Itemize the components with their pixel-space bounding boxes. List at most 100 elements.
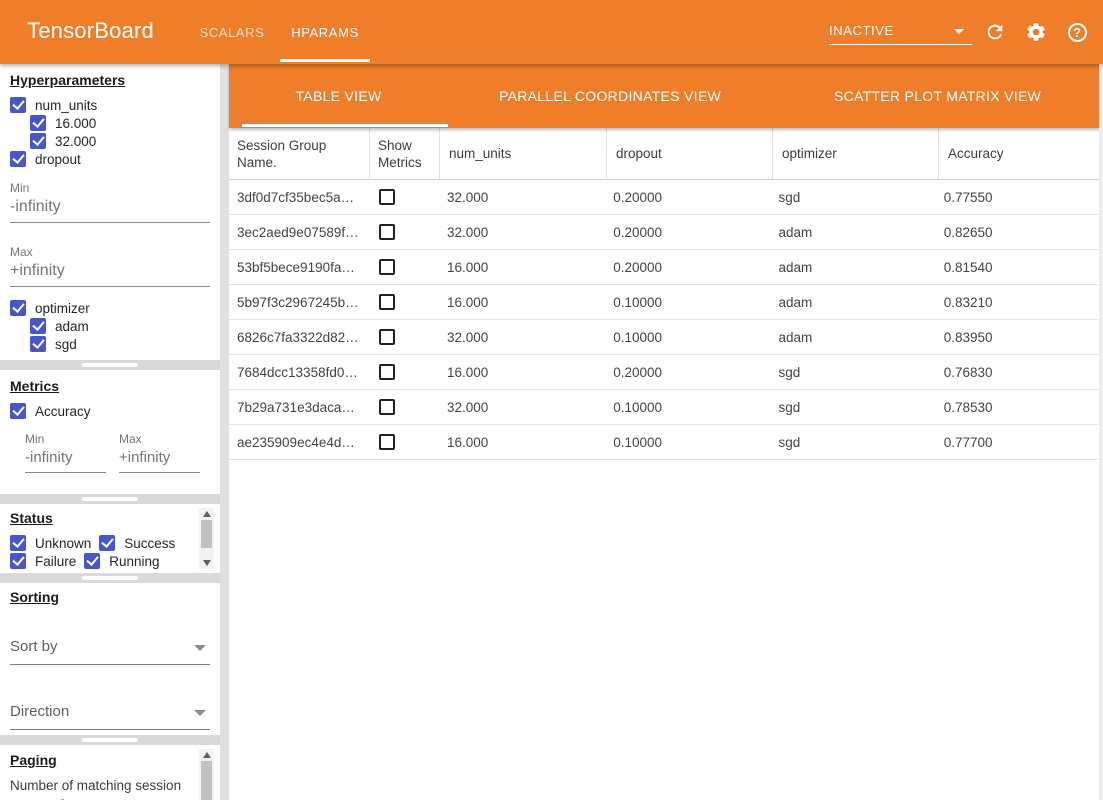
table-row: 6826c7fa3322d82… 32.000 0.10000 adam 0.8… [229, 320, 1099, 355]
show-metrics-checkbox[interactable] [379, 189, 395, 205]
sidebar: Hyperparameters num_units 16.000 32.000 … [0, 64, 229, 800]
checkbox-accuracy[interactable] [10, 403, 26, 419]
dropout-max-field: Max +infinity [10, 245, 210, 287]
cell-session-group-name: 3ec2aed9e07589f… [229, 225, 368, 240]
help-icon[interactable]: ? [1065, 20, 1089, 44]
tab-parallel-coordinates-view[interactable]: PARALLEL COORDINATES VIEW [448, 64, 772, 128]
cell-num-units: 16.000 [438, 435, 604, 450]
status-scrollbar[interactable] [199, 508, 214, 569]
tab-table-view[interactable]: TABLE VIEW [229, 64, 448, 128]
checkbox-running[interactable] [84, 553, 100, 569]
show-metrics-checkbox[interactable] [379, 259, 395, 275]
header-session-group-name: Session Group Name. [229, 128, 369, 179]
tab-scalars[interactable]: SCALARS [178, 0, 286, 64]
checkbox-success[interactable] [99, 535, 115, 551]
cell-optimizer: sgd [770, 190, 935, 205]
checkbox-adam[interactable] [30, 318, 46, 334]
show-metrics-checkbox[interactable] [379, 399, 395, 415]
panel-resize-handle[interactable] [0, 735, 220, 745]
scroll-down-icon[interactable] [203, 560, 211, 566]
cell-accuracy: 0.83950 [935, 330, 1099, 345]
cell-dropout: 0.20000 [604, 365, 769, 380]
dropout-max-input[interactable]: +infinity [10, 259, 210, 287]
hparam-adam: adam [30, 317, 220, 335]
show-metrics-checkbox[interactable] [379, 294, 395, 310]
checkbox-unknown[interactable] [10, 535, 26, 551]
checkbox-optimizer[interactable] [10, 300, 26, 316]
table-row: 7684dcc13358fd0… 16.000 0.20000 sgd 0.76… [229, 355, 1099, 390]
cell-num-units: 32.000 [438, 330, 604, 345]
table-row: 3ec2aed9e07589f… 32.000 0.20000 adam 0.8… [229, 215, 1099, 250]
accuracy-range: Min -infinity Max +infinity [25, 432, 220, 473]
show-metrics-checkbox[interactable] [379, 364, 395, 380]
checkbox-num-units[interactable] [10, 97, 26, 113]
panel-resize-handle[interactable] [0, 573, 220, 583]
sort-by-select[interactable]: Sort by [10, 638, 210, 665]
hparam-dropout: dropout [10, 150, 220, 168]
cell-dropout: 0.10000 [604, 295, 769, 310]
panel-hyperparameters: Hyperparameters num_units 16.000 32.000 … [0, 64, 220, 360]
tab-scatter-plot-matrix-view[interactable]: SCATTER PLOT MATRIX VIEW [772, 64, 1103, 128]
cell-session-group-name: ae235909ec4e4d… [229, 435, 368, 450]
cell-dropout: 0.10000 [604, 435, 769, 450]
accuracy-max-input[interactable]: +infinity [119, 446, 200, 473]
dropout-min-input[interactable]: -infinity [10, 195, 210, 223]
direction-select[interactable]: Direction [10, 703, 210, 730]
status-mode-select[interactable]: INACTIVE [829, 17, 972, 45]
view-tabs: TABLE VIEW PARALLEL COORDINATES VIEW SCA… [229, 64, 1103, 128]
cell-session-group-name: 6826c7fa3322d82… [229, 330, 368, 345]
show-metrics-checkbox[interactable] [379, 224, 395, 240]
cell-num-units: 32.000 [438, 190, 604, 205]
panel-resize-handle[interactable] [0, 360, 220, 370]
cell-optimizer: adam [770, 225, 935, 240]
cell-accuracy: 0.77700 [935, 435, 1099, 450]
main-scrollbar[interactable] [1099, 64, 1103, 800]
scroll-up-icon[interactable] [203, 511, 211, 517]
cell-optimizer: sgd [770, 400, 935, 415]
cell-optimizer: sgd [770, 435, 935, 450]
scroll-up-icon[interactable] [203, 752, 211, 758]
status-success: Success [99, 534, 175, 552]
checkbox-16[interactable] [30, 115, 46, 131]
checkbox-sgd[interactable] [30, 336, 46, 352]
metric-accuracy: Accuracy [10, 402, 220, 420]
show-metrics-checkbox[interactable] [379, 329, 395, 345]
metrics-heading: Metrics [10, 378, 220, 394]
checkbox-dropout[interactable] [10, 151, 26, 167]
panel-sorting: Sorting Sort by Direction [0, 583, 220, 735]
help-glyph: ? [1068, 23, 1087, 42]
status-mode-value: INACTIVE [829, 23, 894, 38]
table-row: 53bf5bece9190fa… 16.000 0.20000 adam 0.8… [229, 250, 1099, 285]
cell-dropout: 0.20000 [604, 225, 769, 240]
hparam-sgd: sgd [30, 335, 220, 353]
accuracy-max-field: Max +infinity [119, 432, 200, 473]
cell-session-group-name: 5b97f3c2967245b… [229, 295, 368, 310]
toolbar-icons: ? [983, 20, 1089, 44]
cell-num-units: 16.000 [438, 365, 604, 380]
cell-dropout: 0.20000 [604, 260, 769, 275]
checkbox-32[interactable] [30, 133, 46, 149]
status-failure: Failure [10, 552, 76, 570]
cell-session-group-name: 7b29a731e3daca… [229, 400, 368, 415]
panel-resize-handle[interactable] [0, 494, 220, 504]
cell-dropout: 0.10000 [604, 330, 769, 345]
cell-dropout: 0.20000 [604, 190, 769, 205]
show-metrics-checkbox[interactable] [379, 434, 395, 450]
header-accuracy: Accuracy [938, 128, 1103, 179]
scrollbar-thumb[interactable] [201, 761, 212, 800]
cell-optimizer: adam [770, 260, 935, 275]
refresh-icon[interactable] [983, 20, 1007, 44]
table-body: 3df0d7cf35bec5a… 32.000 0.20000 sgd 0.77… [229, 180, 1103, 460]
gear-icon[interactable] [1024, 20, 1048, 44]
scrollbar-thumb[interactable] [201, 520, 212, 548]
cell-num-units: 32.000 [438, 225, 604, 240]
cell-accuracy: 0.78530 [935, 400, 1099, 415]
cell-accuracy: 0.77550 [935, 190, 1099, 205]
paging-scrollbar[interactable] [199, 749, 214, 800]
table-row: 3df0d7cf35bec5a… 32.000 0.20000 sgd 0.77… [229, 180, 1099, 215]
checkbox-failure[interactable] [10, 553, 26, 569]
tab-hparams[interactable]: HPARAMS [280, 0, 370, 64]
accuracy-min-input[interactable]: -infinity [25, 446, 106, 473]
main-content: TABLE VIEW PARALLEL COORDINATES VIEW SCA… [229, 64, 1103, 800]
chevron-down-icon [194, 645, 206, 651]
